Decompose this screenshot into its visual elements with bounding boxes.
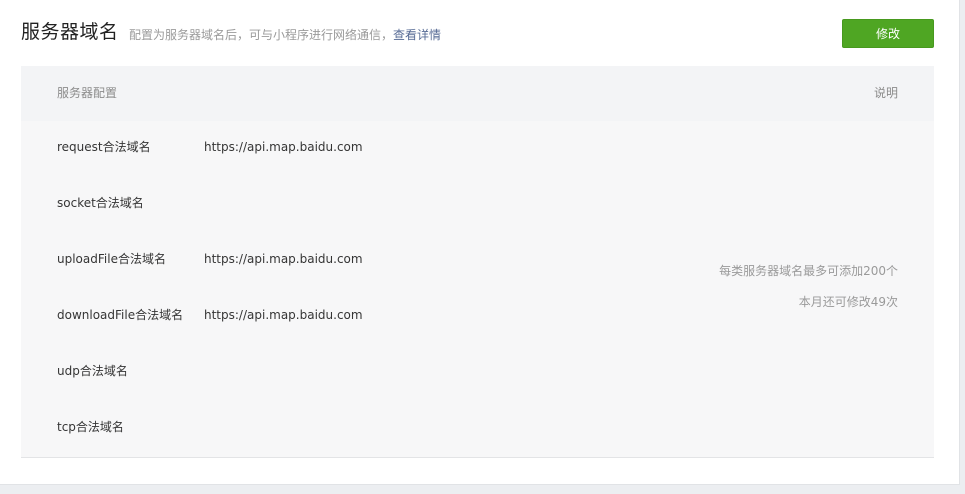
edit-button[interactable]: 修改 [842, 19, 934, 48]
row-label: request合法域名 [57, 140, 151, 154]
table-row-request: request合法域名 https://api.map.baidu.com [21, 137, 721, 157]
description-text: 配置为服务器域名后，可与小程序进行网络通信， [129, 28, 394, 42]
note-domain-limit: 每类服务器域名最多可添加200个 [719, 264, 898, 278]
column-header-note: 说明 [873, 86, 898, 100]
row-value: https://api.map.baidu.com [204, 252, 363, 266]
table-row-uploadfile: uploadFile合法域名 https://api.map.baidu.com [21, 249, 721, 269]
server-domain-card: 服务器域名 配置为服务器域名后，可与小程序进行网络通信，查看详情 修改 服务器配… [0, 0, 960, 485]
table-row-socket: socket合法域名 [21, 193, 721, 213]
table-row-udp: udp合法域名 [21, 361, 721, 381]
row-label: udp合法域名 [57, 364, 128, 378]
row-value: https://api.map.baidu.com [204, 140, 363, 154]
row-label: downloadFile合法域名 [57, 308, 184, 322]
note-edits-remaining: 本月还可修改49次 [798, 295, 898, 309]
row-label: uploadFile合法域名 [57, 252, 166, 266]
row-value: https://api.map.baidu.com [204, 308, 363, 322]
table-header: 服务器配置 说明 [21, 66, 934, 121]
server-config-table: 服务器配置 说明 request合法域名 https://api.map.bai… [21, 66, 934, 458]
row-label: socket合法域名 [57, 196, 144, 210]
page-description: 配置为服务器域名后，可与小程序进行网络通信，查看详情 [129, 26, 441, 44]
table-row-downloadfile: downloadFile合法域名 https://api.map.baidu.c… [21, 305, 721, 325]
column-header-config: 服务器配置 [57, 86, 118, 100]
table-row-tcp: tcp合法域名 [21, 417, 721, 437]
row-label: tcp合法域名 [57, 420, 124, 434]
view-details-link[interactable]: 查看详情 [393, 28, 441, 42]
page-title: 服务器域名 [21, 21, 119, 43]
